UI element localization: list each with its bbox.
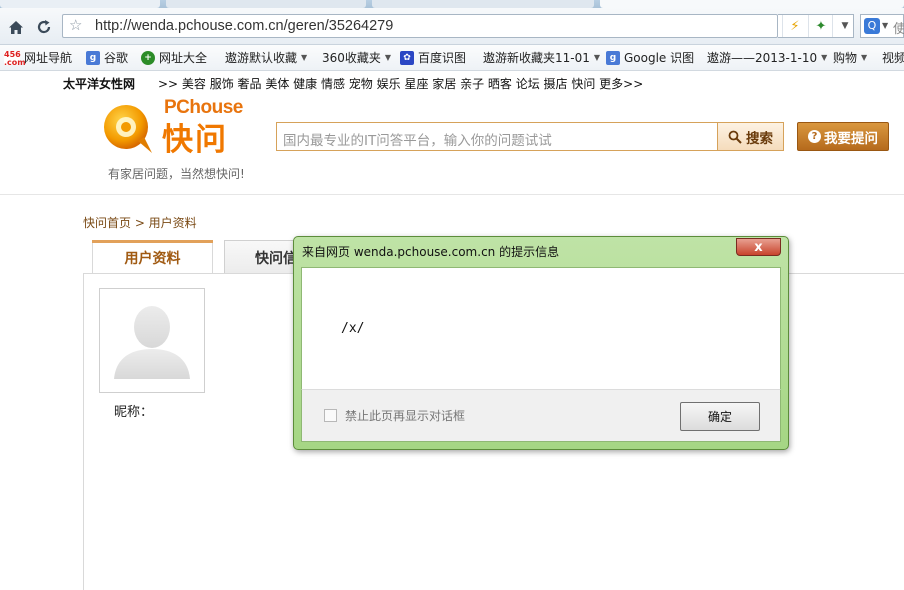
breadcrumb[interactable]: 快问首页 > 用户资料 [83, 214, 197, 231]
bookmark-folder[interactable]: 360收藏夹 ▼ [322, 49, 391, 66]
question-search-input[interactable]: 国内最专业的IT问答平台，输入你的问题试试 [276, 122, 718, 151]
network-nav-bar: 太平洋女性网 >> 美容 服饰 奢品 美体 健康 情感 宠物 娱乐 星座 家居 … [0, 71, 904, 94]
browser-tab-strip [0, 0, 904, 8]
ok-button[interactable]: 确定 [680, 402, 760, 431]
bookmark-label: 百度识图 [418, 51, 467, 65]
google-icon: g [86, 50, 100, 65]
tab-messages[interactable]: 快问信 [224, 240, 300, 273]
dialog-message: /x/ [341, 321, 365, 336]
bookmark-item[interactable]: 456 .com 网址导航 [4, 49, 72, 66]
network-brand-link[interactable]: 太平洋女性网 [63, 75, 135, 92]
search-engine-box[interactable]: Q ▼ 使 [860, 14, 904, 38]
bookmark-label: 视频 [882, 51, 904, 65]
search-engine-input[interactable]: 使 [893, 18, 904, 37]
google-icon: g [606, 50, 620, 65]
ask-button-label: 我要提问 [824, 130, 878, 147]
bookmark-label: 购物 [833, 51, 858, 65]
bookmark-item[interactable]: g 谷歌 [86, 49, 128, 66]
bookmark-label: 360收藏夹 [322, 51, 381, 65]
suppress-dialogs-checkbox[interactable] [324, 409, 337, 422]
default-avatar-icon [114, 306, 190, 379]
site-header: PChouse 快问 有家居问题，当然想快问! 国内最专业的IT问答平台，输入你… [0, 94, 904, 195]
bookmark-folder[interactable]: 遨游——2013-1-10 ▼ [707, 49, 827, 66]
bookmark-item[interactable]: 视频 [882, 49, 904, 66]
site-slogan: 有家居问题，当然想快问! [108, 167, 245, 181]
question-icon: ? [808, 130, 821, 143]
home-icon[interactable] [5, 16, 27, 38]
bookmarks-bar: 456 .com 网址导航 g 谷歌 + 网址大全 遨游默认收藏 ▼ 360收藏夹 ▼… [0, 45, 904, 71]
bookmark-label: 遨游默认收藏 [225, 51, 298, 65]
refresh-icon[interactable] [33, 16, 55, 38]
network-links[interactable]: >> 美容 服饰 奢品 美体 健康 情感 宠物 娱乐 星座 家居 亲子 晒客 论… [158, 75, 643, 92]
browser-tab[interactable] [166, 0, 366, 8]
chevron-down-icon: ▼ [301, 53, 308, 62]
alert-dialog: 来自网页 wenda.pchouse.com.cn 的提示信息 x /x/ 禁止… [293, 236, 789, 450]
search-icon [728, 130, 742, 144]
bookmark-folder[interactable]: 遨游默认收藏 ▼ [225, 49, 307, 66]
bookmark-label: 谷歌 [104, 51, 129, 65]
chevron-down-icon: ▼ [384, 53, 392, 62]
456-icon: 456 .com [4, 49, 26, 67]
bookmark-folder[interactable]: 购物 ▼ [833, 49, 867, 66]
chevron-down-icon: ▼ [593, 53, 601, 62]
bookmark-star-icon[interactable]: ☆ [69, 16, 82, 34]
browser-tab[interactable] [0, 0, 160, 8]
url-text[interactable]: http://wenda.pchouse.com.cn/geren/352642… [95, 18, 393, 34]
bookmark-label: 网址大全 [159, 51, 208, 65]
browser-toolbar: ☆ http://wenda.pchouse.com.cn/geren/3526… [0, 8, 904, 45]
dialog-footer: 禁止此页再显示对话框 确定 [301, 389, 781, 442]
chevron-down-icon: ▼ [821, 53, 828, 62]
dialog-body: /x/ [301, 267, 781, 389]
avatar [99, 288, 205, 393]
lightning-icon[interactable]: ⚡ [782, 15, 807, 37]
browser-tab-active[interactable] [600, 0, 904, 8]
ask-question-button[interactable]: ? 我要提问 [797, 122, 889, 151]
close-icon[interactable]: x [736, 238, 781, 256]
baidu-paw-icon: ✿ [400, 50, 414, 65]
search-placeholder: 国内最专业的IT问答平台，输入你的问题试试 [283, 133, 552, 149]
bookmark-item[interactable]: g Google 识图 [606, 49, 694, 66]
search-button-label: 搜索 [746, 130, 773, 147]
chevron-down-icon[interactable]: ▼ [882, 21, 888, 30]
search-engine-icon[interactable]: Q [864, 18, 880, 34]
compatibility-icon[interactable]: ✦ [808, 15, 833, 37]
chevron-down-icon[interactable]: ▼ [832, 15, 857, 37]
bookmark-item[interactable]: + 网址大全 [141, 49, 207, 66]
suppress-dialogs-label[interactable]: 禁止此页再显示对话框 [345, 407, 465, 424]
bookmark-label: 遨游新收藏夹11-01 [483, 51, 590, 65]
address-bar[interactable]: ☆ http://wenda.pchouse.com.cn/geren/3526… [62, 14, 778, 38]
nickname-label: 昵称： [114, 405, 154, 420]
bookmark-label: 遨游——2013-1-10 [707, 51, 818, 65]
bookmark-label: 网址导航 [24, 51, 73, 65]
logo-icon[interactable] [100, 101, 156, 157]
search-button[interactable]: 搜索 [717, 122, 784, 151]
content-border [83, 274, 84, 590]
address-bar-actions: ⚡ ✦ ▼ [778, 14, 854, 38]
logo-title[interactable]: 快问 [162, 114, 228, 159]
bookmark-item[interactable]: ✿ 百度识图 [400, 49, 466, 66]
dialog-title: 来自网页 wenda.pchouse.com.cn 的提示信息 [302, 245, 560, 259]
bookmark-folder[interactable]: 遨游新收藏夹11-01 ▼ [483, 49, 600, 66]
chevron-down-icon: ▼ [861, 53, 868, 62]
plus-icon: + [141, 50, 155, 65]
browser-tab[interactable] [372, 0, 594, 8]
bookmark-label: Google 识图 [624, 51, 695, 65]
tab-user-profile[interactable]: 用户资料 [92, 240, 213, 274]
